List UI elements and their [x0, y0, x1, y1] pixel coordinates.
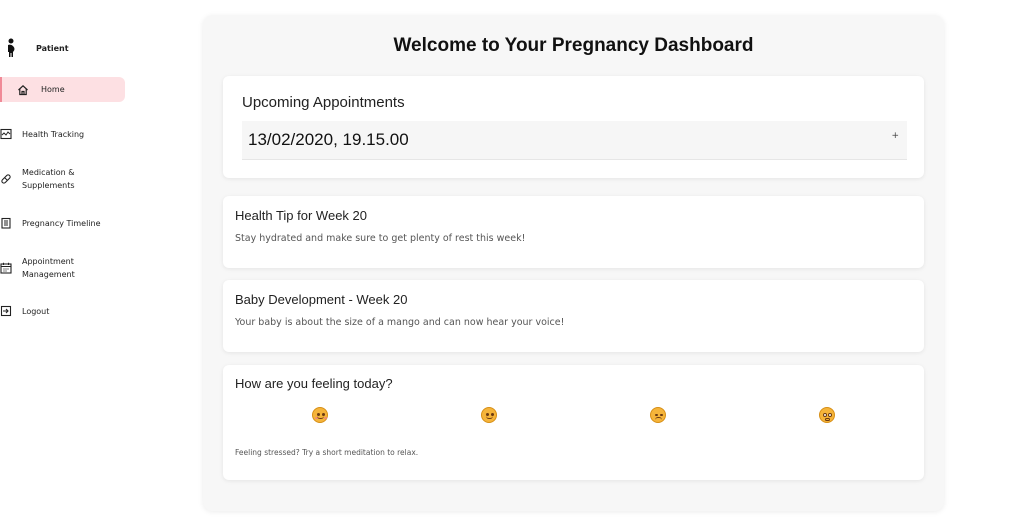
pill-icon — [0, 173, 12, 185]
sidebar-item-label: Home — [41, 85, 65, 94]
mood-tip-text: Feeling stressed? Try a short meditation… — [235, 448, 419, 457]
logout-icon — [0, 305, 12, 317]
baby-development-card: Baby Development - Week 20 Your baby is … — [223, 280, 924, 352]
sidebar: Patient Home Health Tracking Medication … — [0, 0, 135, 522]
sidebar-item-label: Pregnancy Timeline — [22, 218, 101, 228]
neutral-emoji[interactable] — [481, 407, 497, 423]
upcoming-appointments-card: Upcoming Appointments 13/02/2020, 19.15.… — [223, 76, 924, 178]
card-heading: Upcoming Appointments — [242, 94, 405, 111]
page-title: Welcome to Your Pregnancy Dashboard — [393, 35, 754, 56]
card-text: Stay hydrated and make sure to get plent… — [235, 233, 526, 244]
card-heading: How are you feeling today? — [235, 376, 393, 391]
sidebar-item-pregnancy-timeline[interactable]: Pregnancy Timeline — [0, 216, 125, 230]
happy-emoji[interactable] — [312, 407, 328, 423]
dashboard-panel: Welcome to Your Pregnancy Dashboard Upco… — [203, 15, 944, 511]
anxious-emoji[interactable] — [819, 407, 835, 423]
sidebar-item-label: Health Tracking — [22, 129, 85, 139]
sidebar-item-home[interactable]: Home — [0, 77, 125, 102]
mood-card: How are you feeling today? Feeling stres… — [223, 365, 924, 480]
appointment-item[interactable]: 13/02/2020, 19.15.00 + — [242, 121, 907, 160]
expand-icon[interactable]: + — [891, 131, 899, 141]
card-heading: Baby Development - Week 20 — [235, 292, 408, 307]
pregnant-person-icon — [4, 37, 18, 59]
sidebar-item-label: Appointment Management — [22, 257, 75, 279]
sidebar-item-health-tracking[interactable]: Health Tracking — [0, 127, 125, 141]
profile-name: Patient — [36, 43, 69, 53]
card-heading: Health Tip for Week 20 — [235, 208, 367, 223]
appointment-date: 13/02/2020, 19.15.00 — [248, 130, 409, 149]
sidebar-item-label: Logout — [22, 306, 50, 316]
sidebar-item-logout[interactable]: Logout — [0, 304, 125, 318]
sad-emoji[interactable] — [650, 407, 666, 423]
home-icon — [17, 84, 29, 96]
health-tip-card: Health Tip for Week 20 Stay hydrated and… — [223, 196, 924, 268]
app-root: Patient Home Health Tracking Medication … — [0, 0, 1024, 522]
sidebar-item-medication[interactable]: Medication & Supplements — [0, 165, 125, 193]
chart-icon — [0, 128, 12, 140]
sidebar-item-label: Medication & Supplements — [22, 168, 75, 190]
calendar-icon — [0, 262, 12, 274]
timeline-icon — [0, 217, 12, 229]
profile: Patient — [4, 37, 69, 59]
card-text: Your baby is about the size of a mango a… — [235, 317, 565, 328]
sidebar-item-appointment-management[interactable]: Appointment Management — [0, 254, 125, 282]
